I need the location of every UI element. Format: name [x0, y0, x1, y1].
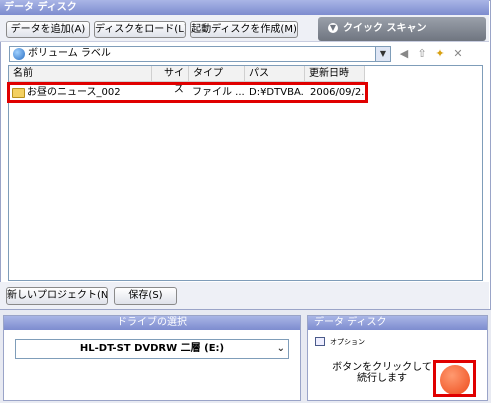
globe-icon: [13, 48, 25, 60]
new-project-button[interactable]: 新しいプロジェクト(N): [6, 287, 108, 305]
chevron-down-icon: ⌄: [276, 343, 285, 354]
save-button[interactable]: 保存(S): [114, 287, 177, 305]
new-folder-icon[interactable]: ✦: [434, 48, 446, 60]
volume-label-combo[interactable]: ボリューム ラベル ▼: [9, 46, 391, 62]
chevron-down-icon: ▼: [328, 23, 338, 33]
start-button-highlight: [433, 360, 476, 397]
drive-select-value: HL-DT-ST DVDRW 二層 (E:): [79, 343, 225, 354]
create-boot-disc-button[interactable]: 起動ディスクを作成(M): [190, 21, 298, 38]
column-modified[interactable]: 更新日時: [305, 66, 365, 82]
add-data-button[interactable]: データを追加(A): [6, 21, 90, 38]
continue-instruction: ボタンをクリックして続行します: [332, 362, 432, 384]
drive-select[interactable]: HL-DT-ST DVDRW 二層 (E:) ⌄: [15, 339, 289, 359]
quick-scan-label: クイック スキャン: [343, 23, 427, 34]
row-highlight: [7, 82, 368, 103]
panel-title: データ ディスク: [0, 0, 489, 15]
volume-label-text: ボリューム ラベル: [28, 48, 111, 59]
load-disc-button[interactable]: ディスクをロード(L): [94, 21, 186, 38]
action-panel-title: データ ディスク: [308, 316, 487, 330]
column-path[interactable]: パス: [245, 66, 305, 82]
dropdown-arrow-icon[interactable]: ▼: [375, 47, 390, 61]
options-label[interactable]: オプション: [330, 337, 365, 347]
quick-scan-tab[interactable]: ▼ クイック スキャン: [318, 17, 486, 41]
column-size[interactable]: サイズ: [152, 66, 189, 95]
column-type[interactable]: タイプ: [189, 66, 245, 82]
back-icon[interactable]: ◀: [398, 48, 410, 60]
column-name[interactable]: 名前: [9, 66, 152, 82]
drive-panel-title: ドライブの選択: [4, 316, 300, 330]
up-folder-icon[interactable]: ⇧: [416, 48, 428, 60]
options-icon[interactable]: [315, 337, 325, 346]
delete-icon[interactable]: ✕: [452, 48, 464, 60]
